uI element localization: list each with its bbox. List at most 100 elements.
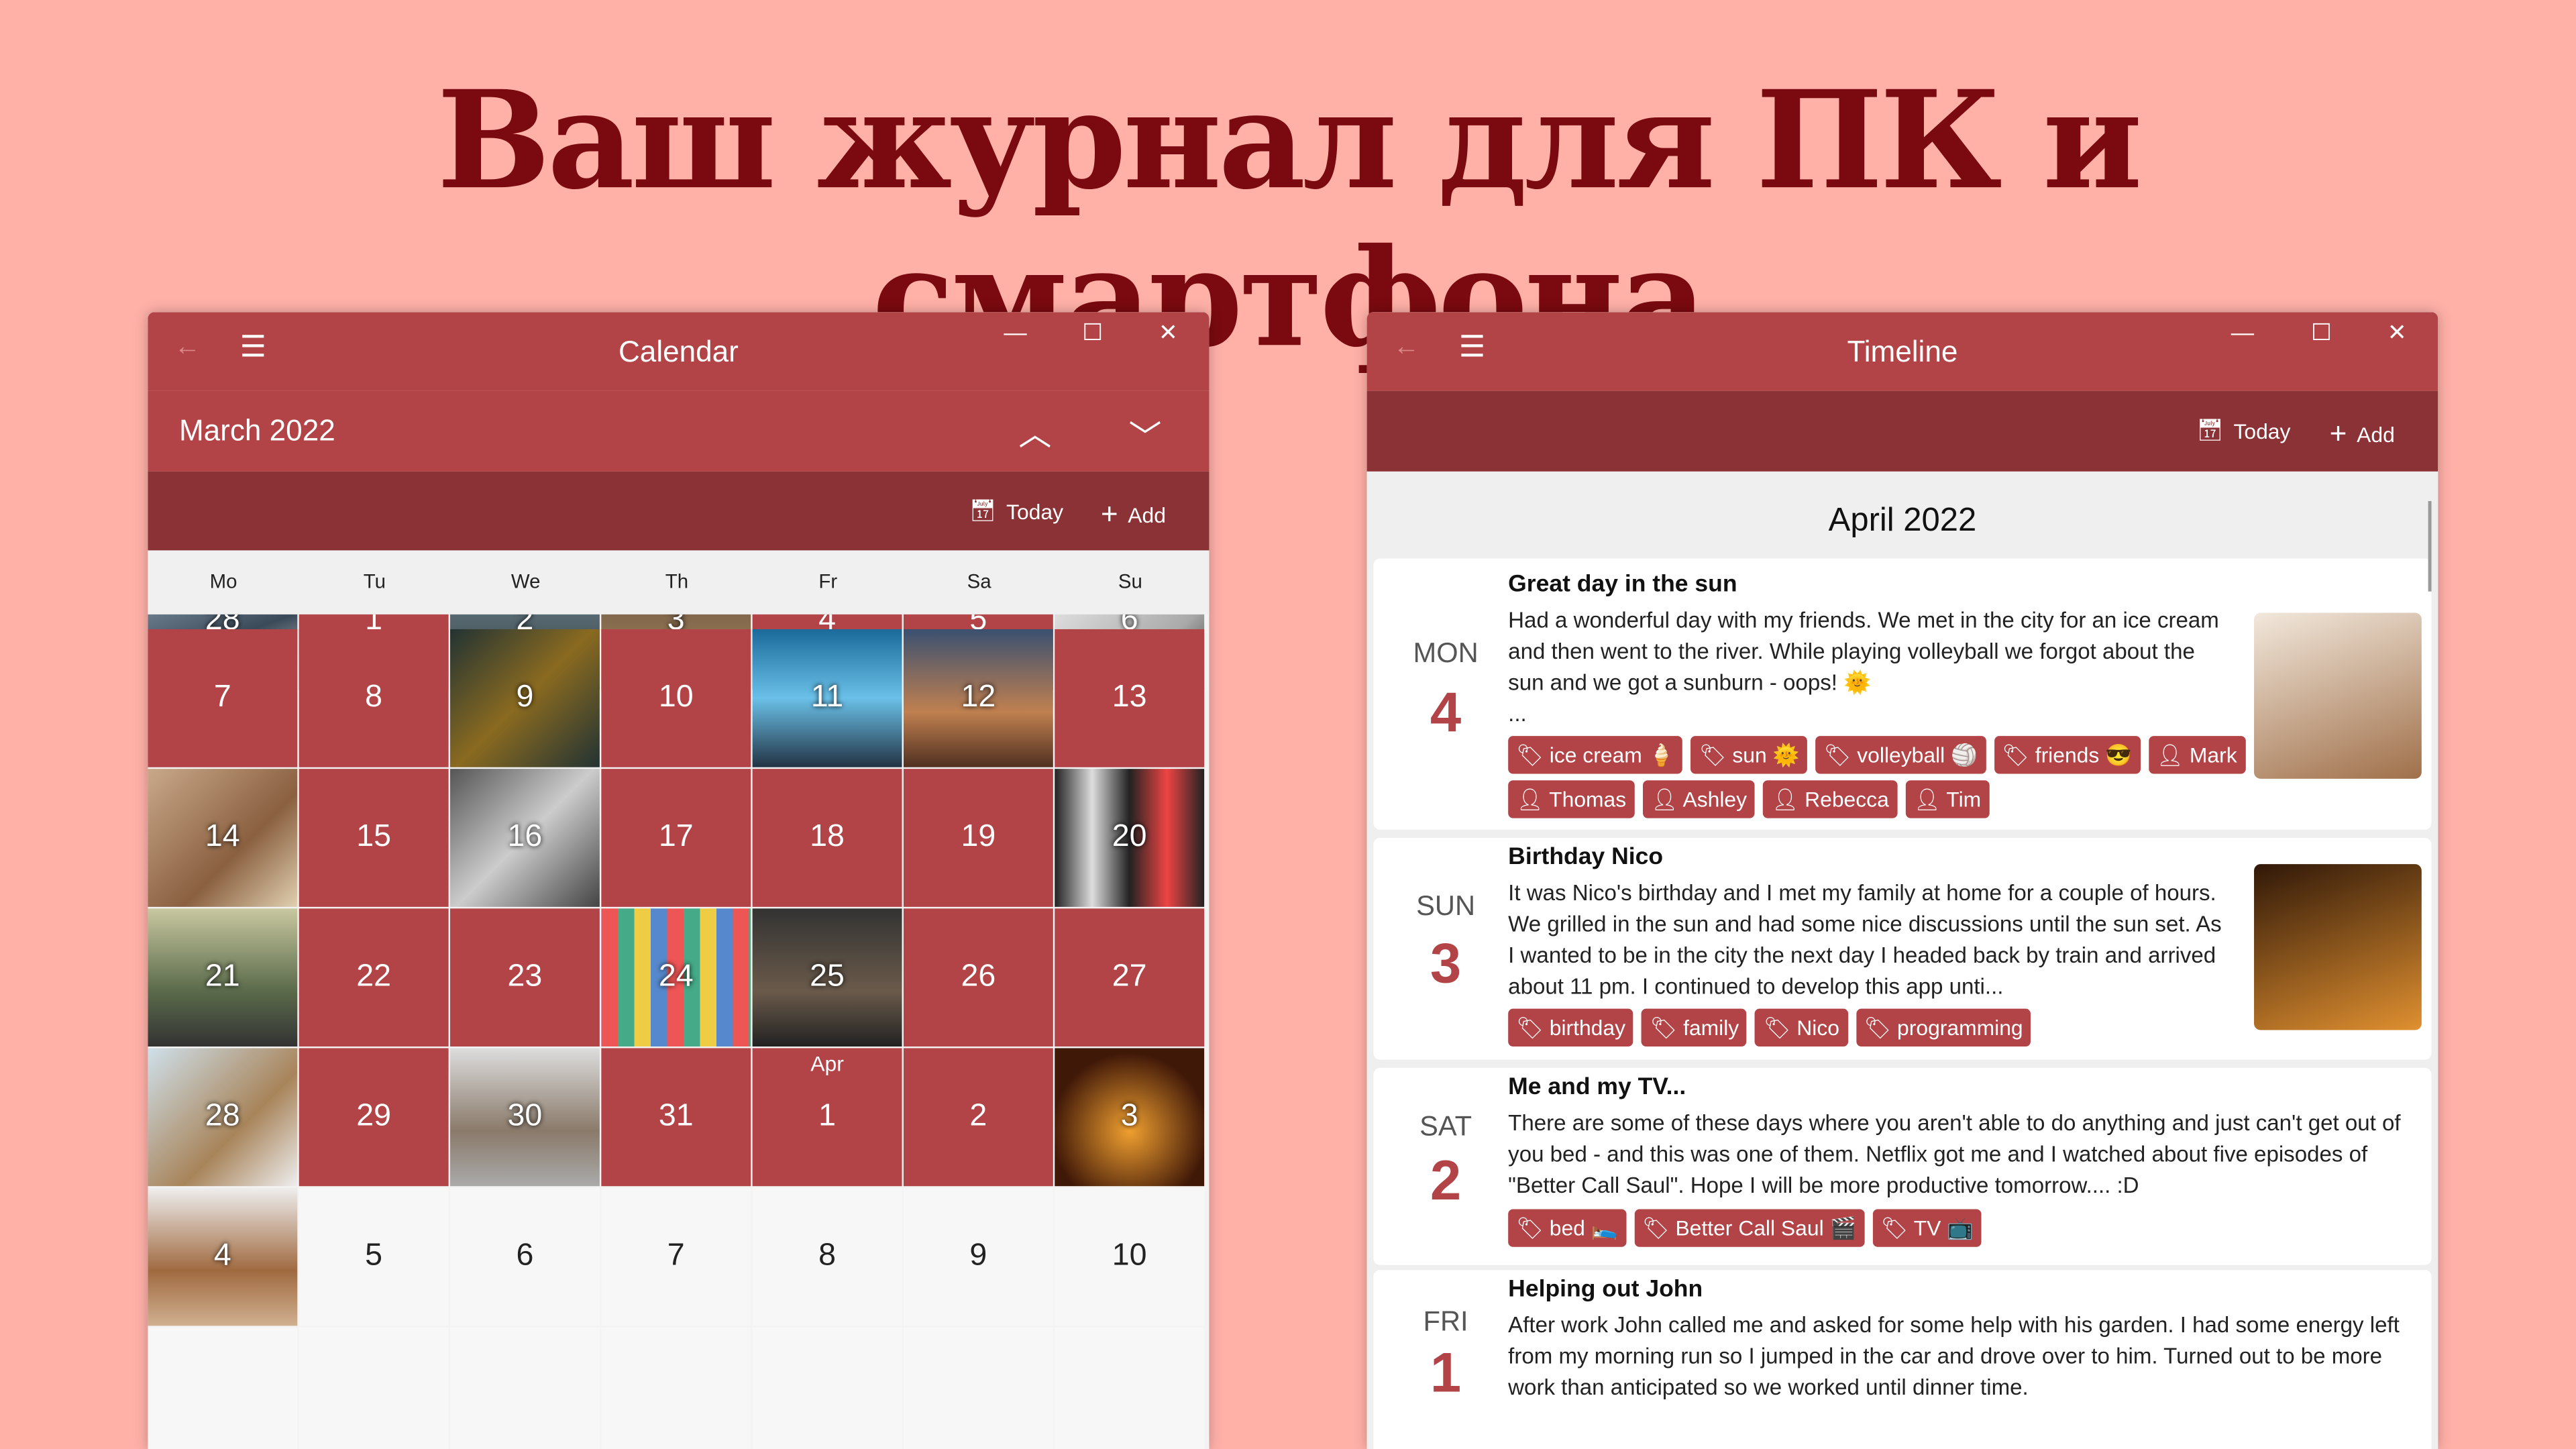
day-cell[interactable] xyxy=(1055,1327,1205,1449)
day-cell[interactable]: 29 xyxy=(299,1048,449,1187)
entry-photo[interactable] xyxy=(2254,612,2422,779)
tag-chip[interactable]: 🏷︎ TV 📺 xyxy=(1872,1209,1982,1247)
day-cell[interactable]: 10 xyxy=(601,629,751,767)
day-cell[interactable]: 6 xyxy=(450,1187,600,1326)
timeline-entry[interactable]: SAT 2 Me and my TV... There are some of … xyxy=(1373,1067,2432,1265)
day-cell[interactable]: 9 xyxy=(903,1187,1053,1326)
day-cell[interactable]: 8 xyxy=(752,1187,902,1326)
tag-chip[interactable]: 🏷︎ volleyball 🏐 xyxy=(1815,736,1986,774)
today-label: Today xyxy=(2233,418,2291,443)
person-icon: 👤︎ xyxy=(2156,742,2184,767)
tag-chip[interactable]: 🏷︎ bed 🛌 xyxy=(1508,1209,1626,1247)
tag-chip[interactable]: 🏷︎ family xyxy=(1642,1008,1748,1047)
day-cell[interactable]: 14 xyxy=(148,769,298,907)
chip-label: friends 😎 xyxy=(2035,742,2132,767)
next-month-chevron-down-icon[interactable]: ﹀ xyxy=(1128,411,1161,458)
day-number: 13 xyxy=(1112,680,1147,715)
day-cell[interactable]: 17 xyxy=(601,769,751,907)
tag-chip[interactable]: 🏷︎ programming xyxy=(1856,1008,2031,1047)
entry-photo[interactable] xyxy=(2254,864,2422,1030)
day-cell[interactable]: 26 xyxy=(903,908,1053,1047)
person-chip[interactable]: 👤︎ Rebecca xyxy=(1763,780,1898,818)
entry-title: Great day in the sun xyxy=(1508,572,1737,598)
toolbar: 📅︎ Today + Add xyxy=(1366,390,2438,472)
tag-chip[interactable]: 🏷︎ ice cream 🍦 xyxy=(1508,736,1683,774)
close-icon[interactable]: ✕ xyxy=(1144,319,1193,347)
tag-list: 🏷︎ bed 🛌 🏷︎ Better Call Saul 🎬 🏷︎ TV 📺 xyxy=(1508,1209,2247,1247)
tag-chip[interactable]: 🏷︎ Better Call Saul 🎬 xyxy=(1633,1209,1865,1247)
day-cell[interactable]: 31 xyxy=(601,1048,751,1187)
day-cell[interactable]: 5 xyxy=(299,1187,449,1326)
previous-month-chevron-up-icon[interactable]: ︿ xyxy=(1018,407,1051,455)
day-cell[interactable]: 25 xyxy=(752,908,902,1047)
scrollbar[interactable] xyxy=(2428,500,2432,592)
person-chip[interactable]: 👤︎ Mark xyxy=(2148,736,2245,774)
day-cell[interactable]: 19 xyxy=(903,769,1053,907)
day-number: 8 xyxy=(365,680,383,715)
day-cell[interactable]: 11 xyxy=(752,629,902,767)
day-number: 11 xyxy=(810,680,844,715)
day-cell[interactable]: 4 xyxy=(148,1187,298,1326)
person-chip[interactable]: 👤︎ Ashley xyxy=(1642,780,1756,818)
tag-chip[interactable]: 🏷︎ birthday xyxy=(1508,1008,1634,1047)
day-cell[interactable] xyxy=(601,1327,751,1449)
day-cell[interactable]: 7 xyxy=(601,1187,751,1326)
window-title: Calendar xyxy=(618,335,739,368)
timeline-entry[interactable]: FRI 1 Helping out John After work John c… xyxy=(1373,1270,2432,1449)
day-cell[interactable]: 27 xyxy=(1055,908,1205,1047)
day-number: 3 xyxy=(1430,933,1462,996)
today-button[interactable]: 📅︎ Today xyxy=(969,498,1063,524)
day-cell[interactable]: 30 xyxy=(450,1048,600,1187)
day-number: 2 xyxy=(969,1099,987,1134)
day-cell[interactable]: 24 xyxy=(601,908,751,1047)
day-number: 26 xyxy=(961,959,996,994)
day-cell[interactable]: 16 xyxy=(450,769,600,907)
person-chip[interactable]: 👤︎ Thomas xyxy=(1508,780,1635,818)
day-number: 4 xyxy=(213,1238,231,1273)
day-number: 7 xyxy=(667,1238,685,1273)
day-cell[interactable]: 9 xyxy=(450,629,600,767)
day-cell[interactable]: 20 xyxy=(1055,769,1205,907)
tag-icon: 🏷︎ xyxy=(1642,1216,1670,1240)
day-cell[interactable] xyxy=(903,1327,1053,1449)
day-cell[interactable]: 10 xyxy=(1055,1187,1205,1326)
chip-label: bed 🛌 xyxy=(1549,1216,1618,1240)
maximize-icon[interactable]: ☐ xyxy=(2297,319,2346,347)
tag-chip[interactable]: 🏷︎ friends 😎 xyxy=(1994,736,2141,774)
timeline-entry[interactable]: SUN 3 Birthday Nico It was Nico's birthd… xyxy=(1373,837,2432,1060)
minimize-icon[interactable]: — xyxy=(2218,319,2267,345)
day-cell[interactable]: 3 xyxy=(1055,1048,1205,1187)
tag-icon: 🏷︎ xyxy=(1699,742,1727,767)
day-cell[interactable]: 12 xyxy=(903,629,1053,767)
person-chip[interactable]: 👤︎ Tim xyxy=(1905,780,1990,818)
tag-chip[interactable]: 🏷︎ sun 🌞 xyxy=(1690,736,1808,774)
day-number: 23 xyxy=(507,959,543,994)
add-button[interactable]: + Add xyxy=(1101,498,1166,532)
day-cell[interactable]: 7 xyxy=(148,629,298,767)
close-icon[interactable]: ✕ xyxy=(2372,319,2421,347)
day-cell[interactable] xyxy=(299,1327,449,1449)
day-cell[interactable]: 28 xyxy=(148,1048,298,1187)
minimize-icon[interactable]: — xyxy=(991,319,1040,345)
day-number: 6 xyxy=(516,1238,534,1273)
day-cell[interactable]: 23 xyxy=(450,908,600,1047)
today-button[interactable]: 📅︎ Today xyxy=(2196,417,2290,443)
tag-chip[interactable]: 🏷︎ Nico xyxy=(1755,1008,1848,1047)
timeline-entry[interactable]: MON 4 Great day in the sun Had a wonderf… xyxy=(1373,558,2432,830)
add-button[interactable]: + Add xyxy=(2330,417,2395,451)
day-cell[interactable]: 22 xyxy=(299,908,449,1047)
day-cell[interactable]: 21 xyxy=(148,908,298,1047)
day-cell[interactable] xyxy=(148,1327,298,1449)
timeline-list[interactable]: April 2022 MON 4 Great day in the sun Ha… xyxy=(1366,471,2438,1449)
entry-title: Me and my TV... xyxy=(1508,1074,1686,1101)
day-cell[interactable] xyxy=(752,1327,902,1449)
maximize-icon[interactable]: ☐ xyxy=(1068,319,1117,347)
day-cell[interactable]: 13 xyxy=(1055,629,1205,767)
tag-icon: 🏷︎ xyxy=(1516,1216,1544,1240)
day-cell[interactable]: 18 xyxy=(752,769,902,907)
day-cell[interactable] xyxy=(450,1327,600,1449)
day-cell[interactable]: 15 xyxy=(299,769,449,907)
day-cell[interactable]: 2 xyxy=(903,1048,1053,1187)
day-cell[interactable]: Apr 1 xyxy=(752,1048,902,1187)
day-cell[interactable]: 8 xyxy=(299,629,449,767)
